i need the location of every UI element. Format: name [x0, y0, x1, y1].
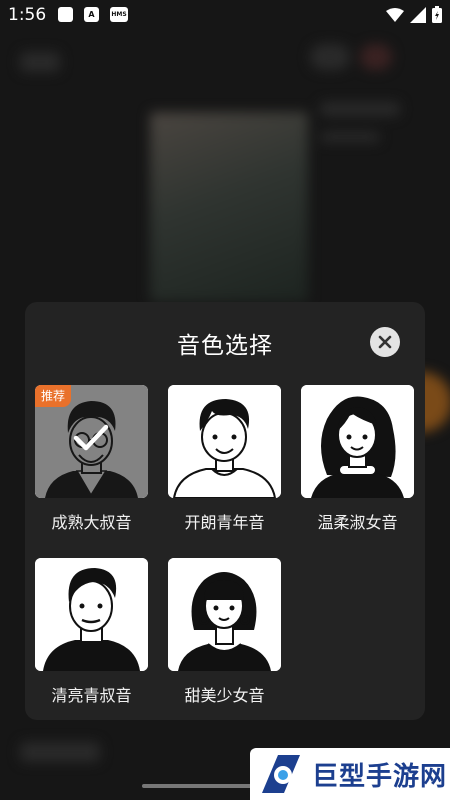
- avatar-clear-uncle: [35, 558, 148, 671]
- wifi-icon: [386, 7, 404, 22]
- voice-label: 甜美少女音: [184, 686, 265, 705]
- close-button[interactable]: [370, 327, 400, 357]
- voice-label: 温柔淑女音: [317, 513, 398, 532]
- avatar-gentle-lady: [301, 385, 414, 498]
- hms-icon: HMS: [110, 7, 128, 22]
- voice-label: 清亮青叔音: [51, 686, 132, 705]
- signal-icon: [410, 6, 426, 23]
- voice-card-gentle-lady[interactable]: [301, 385, 414, 498]
- avatar-cheerful-youth: [168, 385, 281, 498]
- voice-select-dialog: 音色选择 推荐 成熟大叔音 开朗青年音 温柔淑女音 清亮青叔音 甜美少女音: [25, 302, 425, 720]
- voice-card-cheerful-youth[interactable]: [168, 385, 281, 498]
- check-icon: [73, 424, 109, 451]
- watermark-logo-icon: [262, 755, 300, 793]
- square-icon: [58, 7, 73, 22]
- recommend-badge: 推荐: [35, 385, 72, 407]
- voice-card-sweet-girl[interactable]: [168, 558, 281, 671]
- voice-label: 开朗青年音: [184, 513, 265, 532]
- voice-card-clear-uncle[interactable]: [35, 558, 148, 671]
- status-bar: 1:56 A HMS: [0, 0, 450, 32]
- close-icon: [378, 335, 392, 349]
- a-icon: A: [84, 7, 99, 22]
- watermark: 巨型手游网: [250, 748, 450, 800]
- avatar-sweet-girl: [168, 558, 281, 671]
- dialog-title: 音色选择: [177, 333, 273, 359]
- status-time: 1:56: [8, 5, 47, 25]
- watermark-text: 巨型手游网: [312, 761, 448, 792]
- voice-card-mature-uncle[interactable]: 推荐: [35, 385, 148, 498]
- battery-icon: [432, 6, 442, 23]
- voice-label: 成熟大叔音: [51, 513, 132, 532]
